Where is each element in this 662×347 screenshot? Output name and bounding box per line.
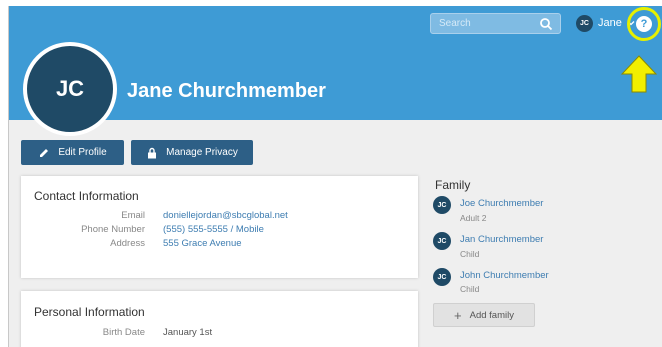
family-member-avatar: JC: [433, 268, 451, 286]
personal-information-heading: Personal Information: [34, 305, 145, 319]
manage-privacy-button[interactable]: Manage Privacy: [131, 140, 253, 165]
add-family-label: Add family: [469, 309, 514, 321]
search-placeholder: Search: [439, 18, 471, 29]
address-label: Address: [110, 238, 145, 249]
contact-information-heading: Contact Information: [34, 189, 139, 203]
address-value[interactable]: 555 Grace Avenue: [163, 238, 242, 249]
personal-information-card: Personal Information Birth Date January …: [21, 291, 418, 347]
email-value[interactable]: doniellejordan@sbcglobal.net: [163, 210, 288, 221]
app-frame: Search JC Jane ? Jane Churchmember JC Ed…: [8, 6, 662, 347]
birth-date-value: January 1st: [163, 327, 213, 338]
contact-information-card: Contact Information Email doniellejordan…: [21, 176, 418, 278]
search-input[interactable]: Search: [430, 13, 561, 34]
family-member-name[interactable]: John Churchmember: [460, 270, 549, 281]
edit-profile-button[interactable]: Edit Profile: [21, 140, 124, 165]
profile-avatar: JC: [23, 42, 117, 136]
phone-label: Phone Number: [81, 224, 145, 235]
family-member-relation: Child: [460, 284, 480, 294]
edit-profile-label: Edit Profile: [58, 147, 107, 158]
email-label: Email: [121, 210, 145, 221]
manage-privacy-label: Manage Privacy: [166, 147, 238, 158]
page-title: Jane Churchmember: [127, 80, 326, 102]
family-member-avatar: JC: [433, 232, 451, 250]
family-member-relation: Adult 2: [460, 213, 487, 223]
search-icon[interactable]: [539, 17, 553, 31]
family-member-name[interactable]: Jan Churchmember: [460, 234, 543, 245]
lock-icon: [148, 147, 157, 158]
family-member-avatar: JC: [433, 196, 451, 214]
arrow-up-icon: [620, 55, 658, 93]
help-icon[interactable]: ?: [636, 16, 652, 32]
pencil-icon: [40, 148, 49, 157]
plus-icon: +: [454, 307, 462, 323]
family-member-relation: Child: [460, 249, 480, 259]
user-name: Jane: [598, 17, 622, 29]
phone-value[interactable]: (555) 555-5555 / Mobile: [163, 224, 264, 235]
user-avatar: JC: [576, 14, 593, 32]
family-member-name[interactable]: Joe Churchmember: [460, 198, 543, 209]
birth-date-label: Birth Date: [102, 327, 145, 338]
family-heading: Family: [435, 178, 471, 192]
add-family-button[interactable]: + Add family: [433, 303, 535, 327]
